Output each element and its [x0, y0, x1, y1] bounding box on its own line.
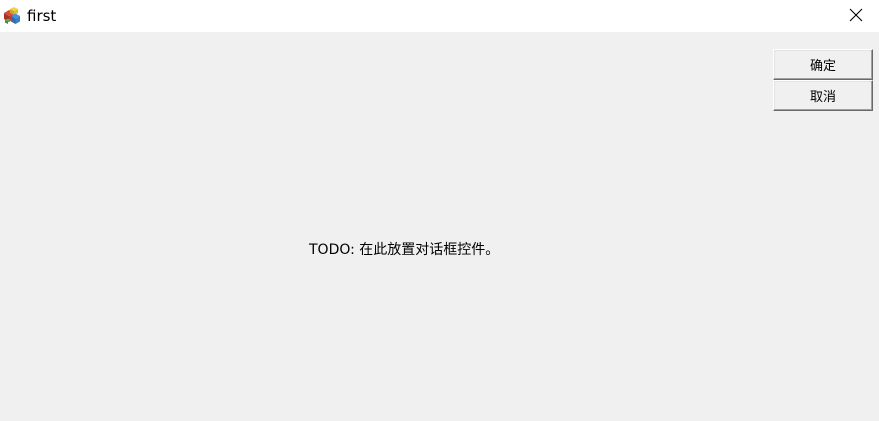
- dialog-window: first 确定 取消 TODO: 在此放置对话框控件。: [0, 0, 879, 421]
- app-icon: [2, 5, 22, 25]
- dialog-client-area: 确定 取消 TODO: 在此放置对话框控件。: [0, 32, 879, 421]
- cancel-button[interactable]: 取消: [773, 80, 873, 111]
- todo-placeholder-text: TODO: 在此放置对话框控件。: [309, 242, 500, 258]
- close-button[interactable]: [833, 0, 879, 32]
- window-title: first: [27, 7, 57, 25]
- title-bar: first: [0, 0, 879, 32]
- close-icon: [849, 7, 863, 26]
- ok-button[interactable]: 确定: [773, 49, 873, 80]
